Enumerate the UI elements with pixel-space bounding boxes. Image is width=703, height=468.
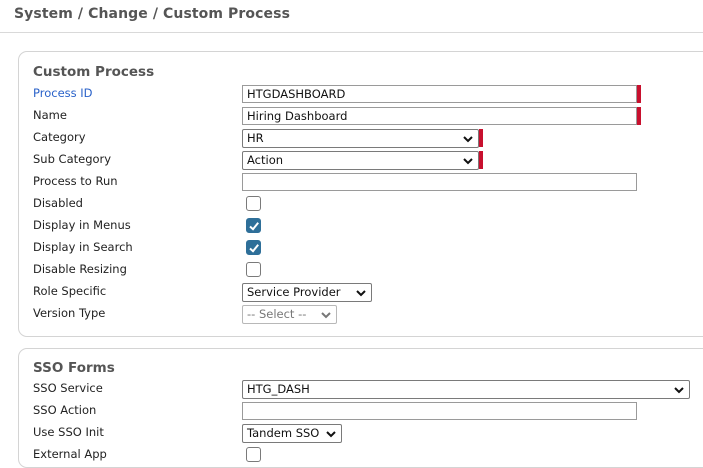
display-in-menus-row: Display in Menus	[19, 215, 703, 237]
process-id-input[interactable]: HTGDASHBOARD	[242, 85, 637, 103]
display-in-menus-label: Display in Menus	[33, 218, 131, 232]
category-row: Category HR	[19, 127, 703, 149]
required-marker	[637, 85, 641, 103]
chevron-down-icon	[356, 290, 366, 297]
version-type-row: Version Type -- Select --	[19, 303, 703, 325]
chevron-down-icon	[321, 312, 331, 319]
required-marker	[479, 129, 483, 147]
disable-resizing-checkbox[interactable]	[246, 262, 261, 277]
sso-action-input[interactable]	[242, 402, 637, 420]
category-label: Category	[33, 130, 86, 144]
disable-resizing-label: Disable Resizing	[33, 262, 127, 276]
role-specific-select[interactable]: Service Provider	[242, 283, 372, 302]
external-app-checkbox[interactable]	[246, 447, 261, 462]
process-to-run-label: Process to Run	[33, 174, 118, 188]
role-specific-label: Role Specific	[33, 284, 107, 298]
version-type-selected: -- Select --	[247, 307, 307, 321]
custom-process-panel: Custom Process Process ID HTGDASHBOARD N…	[18, 51, 703, 337]
disabled-row: Disabled	[19, 193, 703, 215]
sub-category-select[interactable]: Action	[242, 151, 479, 170]
version-type-label: Version Type	[33, 306, 106, 320]
sso-service-selected: HTG_DASH	[247, 382, 310, 396]
use-sso-init-row: Use SSO Init Tandem SSO	[19, 422, 703, 444]
process-id-label[interactable]: Process ID	[33, 86, 93, 100]
role-specific-selected: Service Provider	[247, 285, 341, 299]
chevron-down-icon	[463, 158, 473, 165]
display-in-search-checkbox[interactable]	[246, 240, 261, 255]
process-to-run-row: Process to Run	[19, 171, 703, 193]
sso-action-label: SSO Action	[33, 403, 97, 417]
display-in-search-row: Display in Search	[19, 237, 703, 259]
sub-category-label: Sub Category	[33, 152, 112, 166]
chevron-down-icon	[326, 431, 336, 438]
required-marker	[479, 151, 483, 169]
sso-action-row: SSO Action	[19, 400, 703, 422]
breadcrumb: System / Change / Custom Process	[14, 6, 291, 22]
external-app-label: External App	[33, 447, 107, 461]
chevron-down-icon	[463, 136, 473, 143]
name-label: Name	[33, 108, 67, 122]
sso-forms-panel: SSO Forms SSO Service HTG_DASH SSO Actio…	[18, 348, 703, 468]
use-sso-init-selected: Tandem SSO	[247, 426, 320, 440]
required-marker	[637, 107, 641, 125]
category-selected: HR	[247, 131, 264, 145]
sso-service-select[interactable]: HTG_DASH	[242, 380, 690, 399]
use-sso-init-select[interactable]: Tandem SSO	[242, 424, 342, 443]
chevron-down-icon	[674, 387, 684, 394]
display-in-search-label: Display in Search	[33, 240, 133, 254]
sub-category-row: Sub Category Action	[19, 149, 703, 171]
process-to-run-input[interactable]	[242, 173, 637, 191]
header-divider	[0, 32, 703, 33]
use-sso-init-label: Use SSO Init	[33, 425, 104, 439]
display-in-menus-checkbox[interactable]	[246, 218, 261, 233]
check-icon	[249, 244, 259, 253]
process-id-row: Process ID HTGDASHBOARD	[19, 83, 703, 105]
sub-category-selected: Action	[247, 153, 284, 167]
disable-resizing-row: Disable Resizing	[19, 259, 703, 281]
name-input[interactable]: Hiring Dashboard	[242, 107, 637, 125]
role-specific-row: Role Specific Service Provider	[19, 281, 703, 303]
name-row: Name Hiring Dashboard	[19, 105, 703, 127]
panel-title: SSO Forms	[33, 360, 115, 376]
category-select[interactable]: HR	[242, 129, 479, 148]
disabled-checkbox[interactable]	[246, 196, 261, 211]
panel-title: Custom Process	[33, 64, 155, 80]
sso-service-label: SSO Service	[33, 381, 103, 395]
sso-service-row: SSO Service HTG_DASH	[19, 378, 703, 400]
external-app-row: External App	[19, 444, 703, 466]
version-type-select[interactable]: -- Select --	[242, 305, 337, 324]
check-icon	[249, 222, 259, 231]
disabled-label: Disabled	[33, 196, 83, 210]
